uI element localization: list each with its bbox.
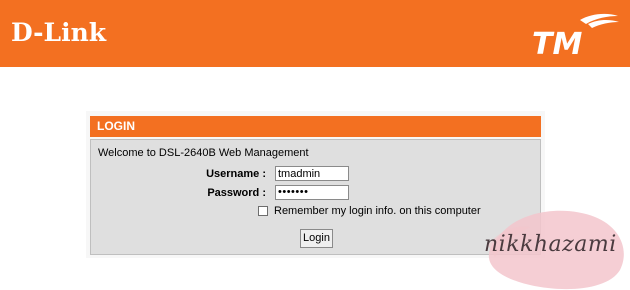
tm-logo: TM — [528, 10, 622, 62]
welcome-text: Welcome to DSL-2640B Web Management — [98, 147, 309, 159]
remember-checkbox[interactable] — [258, 206, 268, 216]
login-button[interactable]: Login — [300, 229, 333, 248]
svg-text:TM: TM — [532, 27, 582, 62]
watermark-text: nikkhazami — [484, 232, 617, 257]
login-title: LOGIN — [90, 116, 541, 137]
remember-label: Remember my login info. on this computer — [274, 205, 481, 217]
dlink-logo: D-Link — [11, 18, 107, 47]
password-label: Password : — [207, 187, 266, 199]
username-label: Username : — [206, 168, 266, 180]
header-bar: D-Link TM — [0, 0, 630, 67]
tm-logo-icon: TM — [532, 13, 619, 62]
username-input[interactable] — [275, 166, 349, 181]
password-input[interactable]: ••••••• — [275, 185, 349, 200]
